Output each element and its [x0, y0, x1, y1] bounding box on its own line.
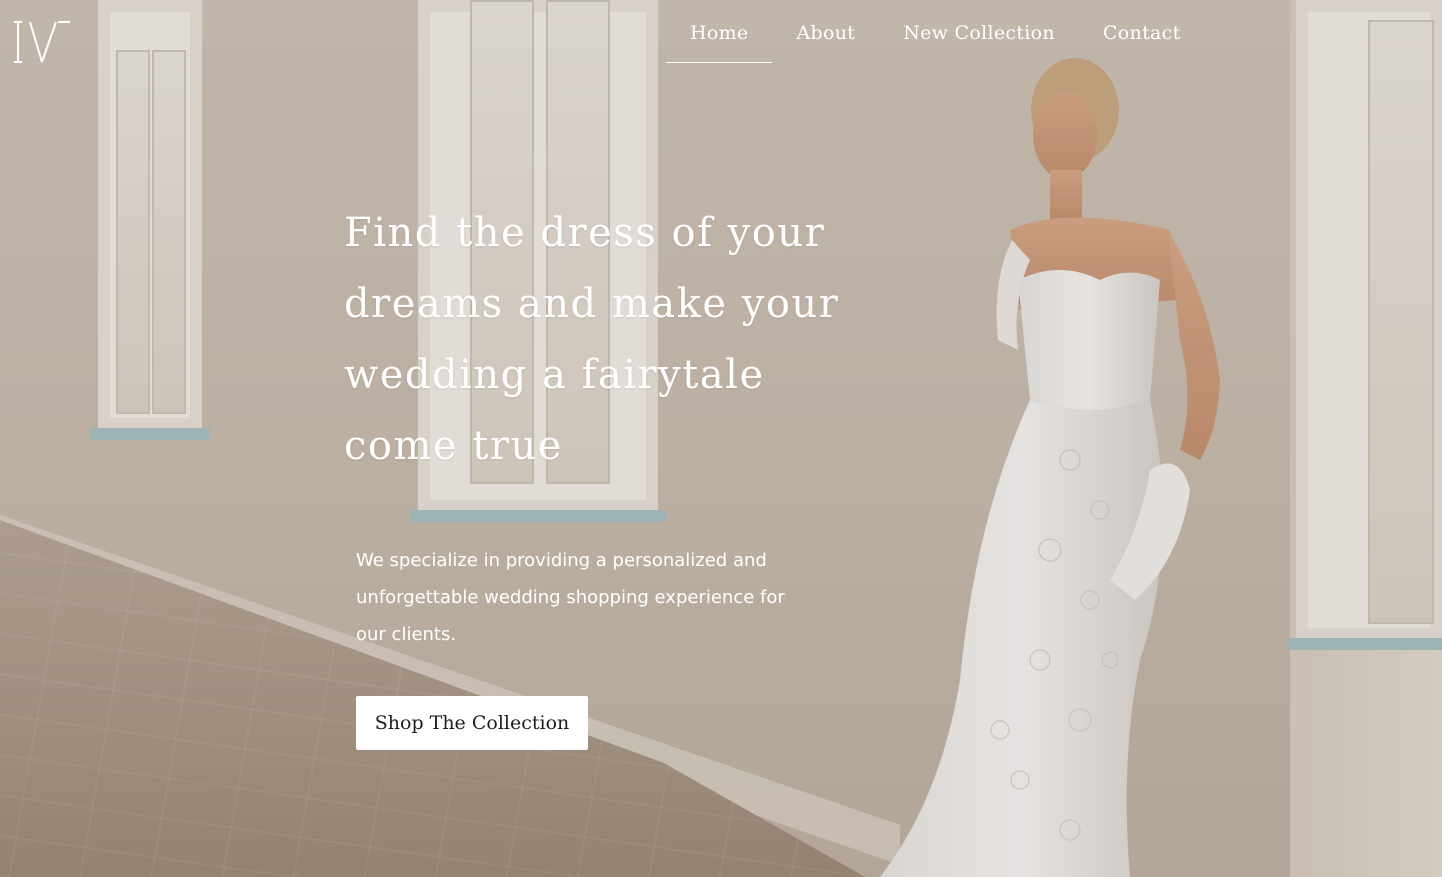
nav-item-about[interactable]: About: [772, 0, 879, 62]
brand-monogram-icon[interactable]: [14, 18, 74, 66]
nav-item-home[interactable]: Home: [666, 0, 773, 63]
shop-collection-button[interactable]: Shop The Collection: [356, 696, 588, 750]
main-nav: Home About New Collection Contact: [666, 0, 1205, 64]
nav-item-contact[interactable]: Contact: [1079, 0, 1205, 62]
nav-item-new-collection[interactable]: New Collection: [879, 0, 1079, 62]
hero-subtext: We specialize in providing a personalize…: [356, 550, 785, 645]
hero-headline: Find the dress of your dreams and make y…: [344, 210, 840, 469]
